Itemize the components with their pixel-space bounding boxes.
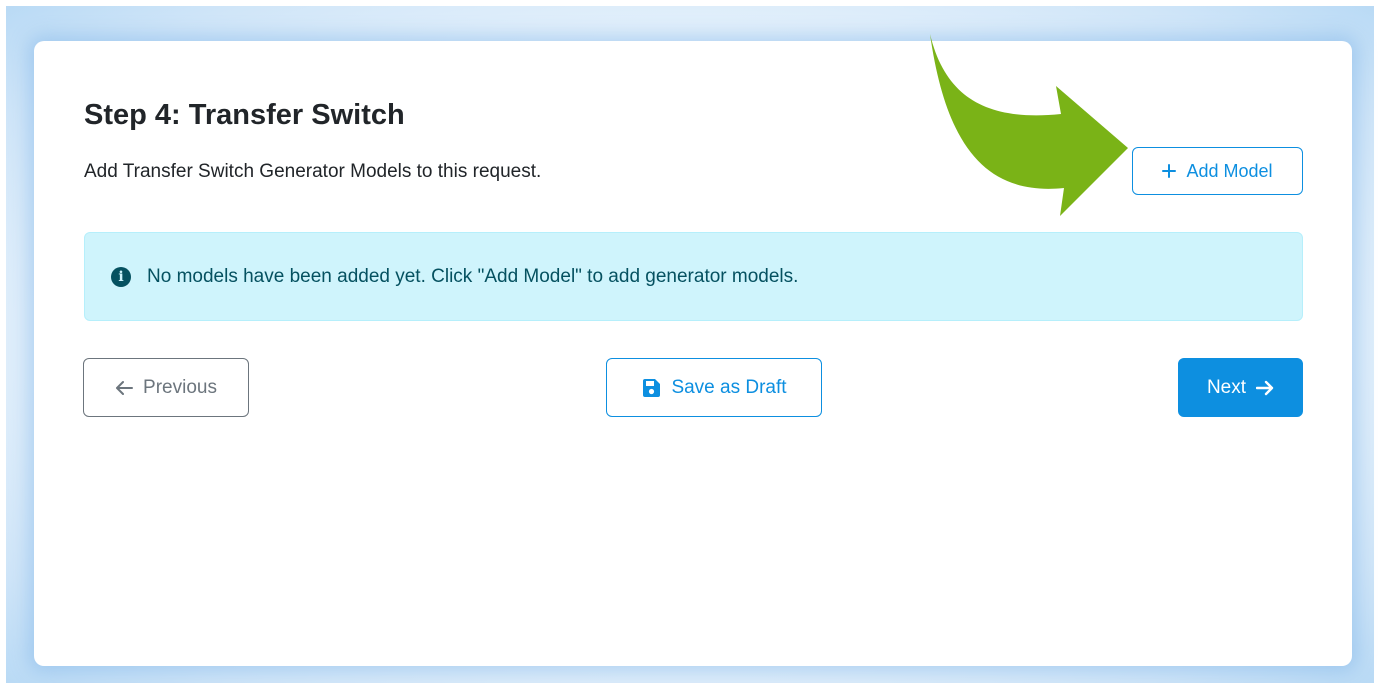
page-subtitle: Add Transfer Switch Generator Models to … [84,161,542,182]
arrow-left-icon [115,380,134,396]
annotation-arrow-icon [930,34,1128,216]
save-draft-label: Save as Draft [671,376,787,398]
next-button[interactable]: Next [1178,358,1303,417]
previous-button[interactable]: Previous [83,358,249,417]
next-label: Next [1206,376,1247,398]
add-model-button[interactable]: Add Model [1132,147,1303,195]
step-card: Step 4: Transfer Switch Add Transfer Swi… [34,41,1352,666]
page-background: Step 4: Transfer Switch Add Transfer Swi… [6,6,1374,683]
arrow-right-icon [1256,380,1274,396]
save-draft-button[interactable]: Save as Draft [606,358,822,417]
add-model-label: Add Model [1186,160,1273,181]
floppy-disk-icon [641,378,661,398]
plus-icon [1162,164,1177,178]
info-circle-icon: i [111,266,131,287]
previous-label: Previous [143,376,217,398]
page-title: Step 4: Transfer Switch [84,99,405,131]
no-models-alert: i No models have been added yet. Click "… [84,232,1303,321]
alert-text: No models have been added yet. Click "Ad… [147,265,799,287]
